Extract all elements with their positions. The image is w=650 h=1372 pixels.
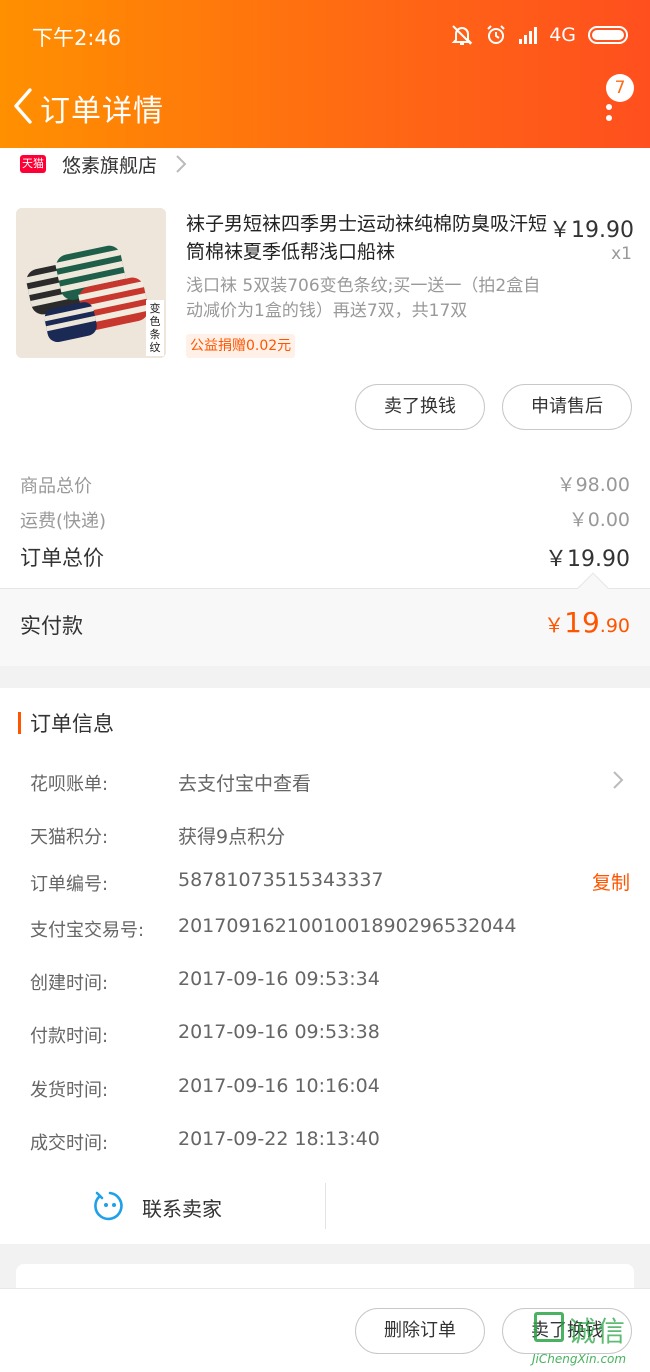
shipped-time-value: 2017-09-16 10:16:04 xyxy=(178,1075,380,1097)
chat-smiley-icon[interactable] xyxy=(94,1190,126,1222)
completed-time-label: 成交时间: xyxy=(30,1133,109,1154)
app-header: 下午2:46 4G 订单详情 7 xyxy=(0,0,650,148)
huabei-bill-label: 花呗账单: xyxy=(30,774,109,795)
section-accent-bar xyxy=(18,712,21,734)
copy-button[interactable]: 复制 xyxy=(592,868,630,895)
created-time-value: 2017-09-16 09:53:34 xyxy=(178,968,380,990)
shipping-value: ￥0.00 xyxy=(568,509,630,531)
back-arrow-icon[interactable] xyxy=(8,84,38,128)
message-count-badge: 7 xyxy=(606,74,634,102)
order-number-value: 58781073515343337 xyxy=(178,869,384,891)
status-icons: 4G xyxy=(451,20,628,50)
shipping-label: 运费(快递) xyxy=(20,511,107,532)
status-time: 下午2:46 xyxy=(32,26,122,50)
product-quantity: x1 xyxy=(611,244,632,264)
alipay-trade-value: 2017091621001001890296532044 xyxy=(178,915,517,937)
tmall-logo: 天猫 xyxy=(20,155,46,173)
tmall-points-label: 天猫积分: xyxy=(30,827,109,848)
paid-decimal: .90 xyxy=(599,615,630,637)
tmall-points-value: 获得9点积分 xyxy=(178,826,286,848)
charity-badge: 公益捐赠0.02元 xyxy=(186,334,296,358)
watermark-logo-icon xyxy=(534,1312,564,1342)
alarm-clock-icon xyxy=(487,25,505,44)
paid-time-label: 付款时间: xyxy=(30,1026,109,1047)
network-type: 4G xyxy=(549,24,576,46)
product-title[interactable]: 袜子男短袜四季男士运动袜纯棉防臭吸汗短筒棉袜夏季低帮浅口船袜 xyxy=(186,210,548,266)
product-thumbnail[interactable] xyxy=(16,208,166,358)
watermark-url: JiChengXin.com xyxy=(532,1352,627,1366)
order-total-label: 订单总价 xyxy=(20,546,104,570)
shop-row[interactable]: 天猫 悠素旗舰店 xyxy=(20,151,187,178)
created-time-label: 创建时间: xyxy=(30,973,109,994)
thumbnail-tag: 变色条纹 xyxy=(146,300,164,356)
contact-seller-button[interactable]: 联系卖家 xyxy=(142,1193,222,1222)
sell-exchange-button[interactable]: 卖了换钱 xyxy=(355,384,485,430)
divider xyxy=(325,1183,326,1229)
order-number-label: 订单编号: xyxy=(30,874,109,895)
watermark: 诚信 JiChengXin.com xyxy=(530,1308,648,1370)
goods-total-value: ￥98.00 xyxy=(556,474,630,496)
chevron-right-icon[interactable] xyxy=(612,770,624,790)
huabei-bill-link[interactable]: 去支付宝中查看 xyxy=(178,769,311,796)
order-info-title: 订单信息 xyxy=(30,712,114,736)
socks-image xyxy=(16,208,166,358)
signal-icon xyxy=(519,26,538,44)
alipay-trade-label: 支付宝交易号: xyxy=(30,920,145,941)
mute-bell-icon xyxy=(451,25,473,45)
paid-time-value: 2017-09-16 09:53:38 xyxy=(178,1021,380,1043)
paid-integer: 19 xyxy=(564,606,600,639)
delete-order-button[interactable]: 删除订单 xyxy=(355,1308,485,1354)
page-title: 订单详情 xyxy=(40,94,164,129)
paid-amount-value: ￥ 19 .90 xyxy=(544,606,630,639)
apply-after-sale-button[interactable]: 申请售后 xyxy=(502,384,632,430)
chevron-right-icon xyxy=(176,155,187,173)
order-total-value: ￥19.90 xyxy=(545,547,630,572)
watermark-text: 诚信 xyxy=(568,1315,627,1348)
paid-currency: ￥ xyxy=(544,613,565,637)
battery-icon xyxy=(588,26,628,44)
goods-total-label: 商品总价 xyxy=(20,476,92,497)
product-price: ￥19.90 xyxy=(549,218,634,243)
shipped-time-label: 发货时间: xyxy=(30,1080,109,1101)
paid-amount-label: 实付款 xyxy=(20,614,83,638)
more-dots-icon[interactable] xyxy=(606,104,614,121)
shop-name[interactable]: 悠素旗舰店 xyxy=(62,151,157,178)
completed-time-value: 2017-09-22 18:13:40 xyxy=(178,1128,380,1150)
product-sku: 浅口袜 5双装706变色条纹;买一送一（拍2盒自动减价为1盒的钱）再送7双，共1… xyxy=(186,276,541,321)
